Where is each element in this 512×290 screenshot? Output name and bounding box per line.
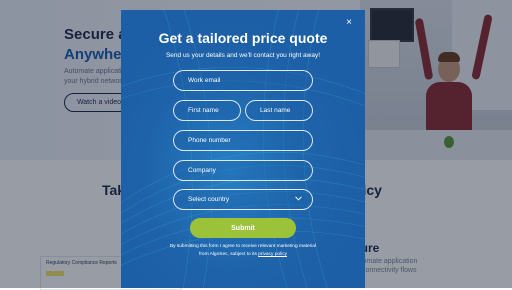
last-name-field[interactable]: Last name [245, 100, 313, 121]
phone-number-placeholder: Phone number [188, 137, 231, 144]
quote-modal: × Get a tailored price quote Send us you… [121, 10, 365, 288]
work-email-field[interactable]: Work email [173, 70, 313, 91]
country-select[interactable]: Select country [173, 189, 313, 210]
consent-line2: from AlgoSec, subject to its [199, 252, 259, 257]
privacy-policy-link[interactable]: privacy policy [258, 252, 287, 257]
last-name-placeholder: Last name [260, 107, 291, 114]
consent-line1: By submitting this form I agree to recei… [169, 244, 317, 249]
company-field[interactable]: Company [173, 160, 313, 181]
chevron-down-icon [295, 196, 302, 203]
modal-title: Get a tailored price quote [158, 30, 328, 46]
company-placeholder: Company [188, 167, 216, 174]
work-email-placeholder: Work email [188, 77, 221, 84]
first-name-placeholder: First name [188, 107, 219, 114]
consent-text: By submitting this form I agree to recei… [159, 243, 327, 259]
country-select-value: Select country [188, 196, 230, 203]
modal-subtitle: Send us your details and we'll contact y… [165, 52, 321, 59]
close-icon[interactable]: × [343, 17, 355, 29]
first-name-field[interactable]: First name [173, 100, 241, 121]
submit-button[interactable]: Submit [190, 218, 296, 238]
phone-number-field[interactable]: Phone number [173, 130, 313, 151]
